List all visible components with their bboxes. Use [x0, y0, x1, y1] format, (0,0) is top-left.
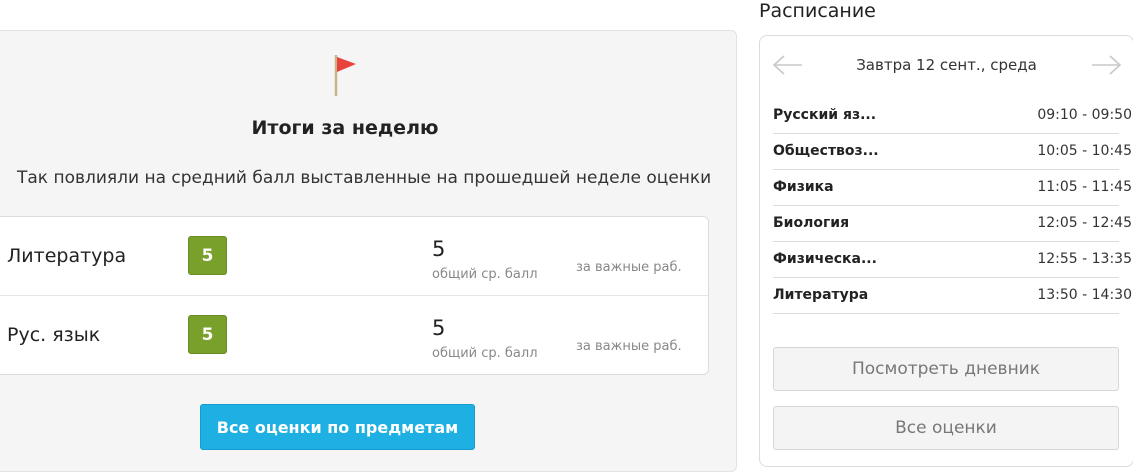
lesson-row[interactable]: Физическа... 12:55 - 13:35	[773, 241, 1132, 278]
lesson-time: 12:05 - 12:45	[1037, 215, 1132, 231]
average-value: 5	[432, 237, 446, 261]
subject-name: Рус. язык	[7, 324, 101, 346]
grade-badge[interactable]: 5	[188, 315, 227, 354]
arrow-right-icon[interactable]	[1090, 54, 1122, 76]
lesson-row[interactable]: Литература 13:50 - 14:30	[773, 277, 1132, 314]
lesson-time: 10:05 - 10:45	[1037, 143, 1132, 159]
lesson-time: 11:05 - 11:45	[1037, 179, 1132, 195]
lesson-name: Биология	[773, 215, 850, 231]
lesson-row[interactable]: Русский яз... 09:10 - 09:50	[773, 97, 1132, 134]
average-label: общий ср. балл	[432, 346, 538, 361]
grade-row: Рус. язык 5 5 общий ср. балл за важные р…	[0, 296, 708, 374]
lesson-name: Обществоз...	[773, 143, 879, 159]
lesson-name: Русский яз...	[773, 107, 877, 123]
weekly-summary-title: Итоги за неделю	[251, 117, 439, 139]
lesson-time: 12:55 - 13:35	[1037, 251, 1132, 267]
lesson-name: Физика	[773, 179, 834, 195]
important-works-label: за важные раб.	[576, 339, 682, 354]
lesson-time: 13:50 - 14:30	[1037, 287, 1132, 303]
weekly-summary-description: Так повлияли на средний балл выставленны…	[17, 168, 712, 188]
view-diary-button[interactable]: Посмотреть дневник	[773, 347, 1119, 391]
average-label: общий ср. балл	[432, 267, 538, 282]
schedule-heading: Расписание	[759, 0, 876, 22]
grade-row: Литература 5 5 общий ср. балл за важные …	[0, 217, 708, 296]
grades-table: Литература 5 5 общий ср. балл за важные …	[0, 216, 709, 375]
lesson-row[interactable]: Биология 12:05 - 12:45	[773, 205, 1132, 242]
lesson-name: Литература	[773, 287, 869, 303]
all-subject-grades-button[interactable]: Все оценки по предметам	[200, 404, 475, 450]
schedule-day-label: Завтра 12 сент., среда	[856, 56, 1037, 74]
grade-badge[interactable]: 5	[188, 236, 227, 275]
flag-icon	[334, 55, 356, 96]
schedule-card: Завтра 12 сент., среда Русский яз... 09:…	[759, 35, 1133, 467]
lesson-name: Физическа...	[773, 251, 877, 267]
all-grades-button[interactable]: Все оценки	[773, 406, 1119, 450]
important-works-label: за важные раб.	[576, 260, 682, 275]
lesson-row[interactable]: Физика 11:05 - 11:45	[773, 169, 1132, 206]
lesson-row[interactable]: Обществоз... 10:05 - 10:45	[773, 133, 1132, 170]
subject-name: Литература	[7, 245, 127, 267]
lesson-time: 09:10 - 09:50	[1037, 107, 1132, 123]
average-value: 5	[432, 316, 446, 340]
